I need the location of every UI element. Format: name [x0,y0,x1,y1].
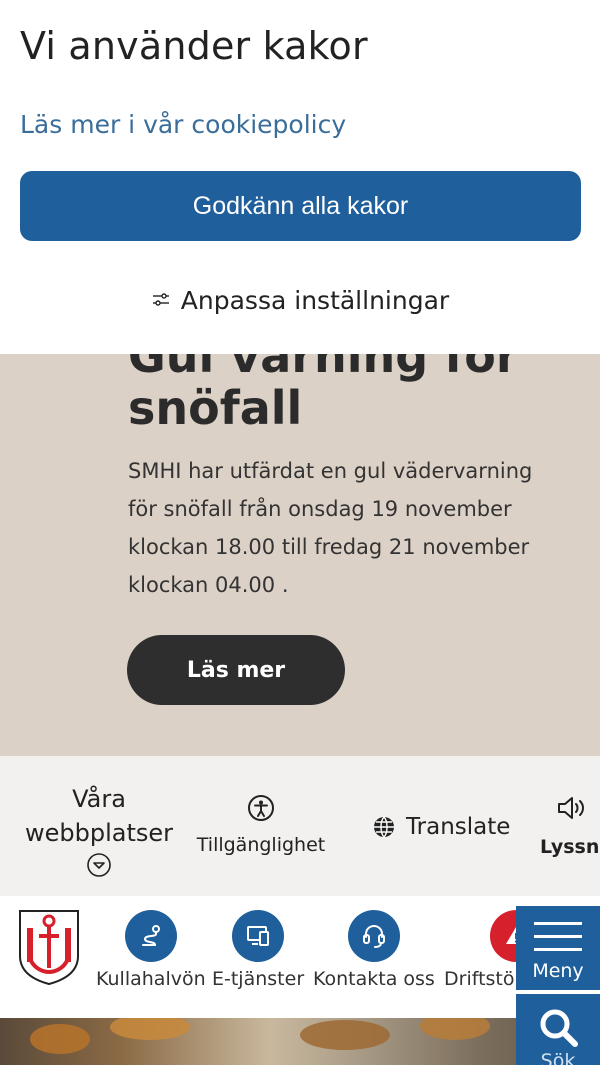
quicklink-label: Kullahalvön [96,968,206,990]
hamburger-icon [534,922,582,951]
chevron-down-icon [87,853,111,877]
alert-body: SMHI har utfärdat en gul vädervarning fö… [128,459,533,597]
listen-button[interactable]: Lyssna [540,794,600,858]
search-button[interactable]: Sök [516,994,600,1065]
customize-settings-button[interactable]: Anpassa inställningar [0,280,600,320]
menu-button[interactable]: Meny [516,906,600,990]
weather-alert: Gul varning för snöfall SMHI har utfärda… [0,330,600,756]
cookie-title: Vi använder kakor [20,24,368,68]
read-more-button[interactable]: Läs mer [127,635,345,705]
municipality-logo[interactable] [17,908,81,986]
translate-button[interactable]: Translate [372,814,510,840]
route-icon [124,910,177,962]
search-label: Sök [540,1050,576,1065]
quicklink-label: Kontakta oss [313,968,435,990]
globe-icon [374,816,394,838]
devices-icon [232,910,285,962]
our-websites-label: Våra webbplatser [24,785,174,847]
menu-label: Meny [532,960,584,982]
accessibility-icon [248,795,274,821]
quicklink-kullahalvon[interactable]: Kullahalvön [96,910,206,990]
site-header: Kullahalvön E-tjänster Kontakta oss Drif… [0,896,600,1018]
customize-settings-label: Anpassa inställningar [180,285,450,315]
listen-label: Lyssna [540,836,600,858]
quicklink-kontakta-oss[interactable]: Kontakta oss [313,910,435,990]
tools-bar: Våra webbplatser Tillgänglighet Translat… [0,756,600,896]
translate-label: Translate [406,814,511,840]
accept-all-cookies-button[interactable]: Godkänn alla kakor [20,171,581,241]
cookie-banner: Vi använder kakor Läs mer i vår cookiepo… [0,0,600,354]
accessibility-button[interactable]: Tillgänglighet [196,794,326,856]
accessibility-label: Tillgänglighet [196,834,326,856]
speaker-icon [558,797,584,819]
our-websites-button[interactable]: Våra webbplatser [20,782,178,878]
headset-icon [347,910,400,962]
quicklink-e-tjanster[interactable]: E-tjänster [212,910,304,990]
search-icon [540,1009,578,1047]
cookie-policy-link[interactable]: Läs mer i vår cookiepolicy [20,110,346,139]
quicklink-label: E-tjänster [212,968,305,990]
hero-image [0,1018,600,1065]
sliders-icon [152,293,169,306]
